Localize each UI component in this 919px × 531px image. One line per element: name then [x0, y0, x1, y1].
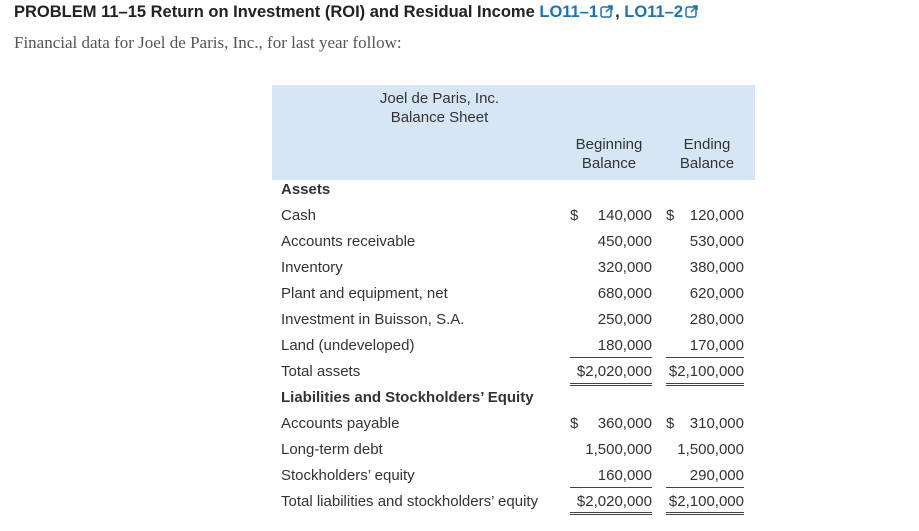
column-header-beginning: Beginning Balance [575, 136, 643, 172]
external-link-icon [600, 5, 613, 18]
value-beginning: 180,000 [597, 337, 652, 354]
value-beginning: 450,000 [597, 233, 652, 250]
value-ending: 120,000 [689, 207, 744, 224]
row-label: Stockholders’ equity [281, 467, 415, 484]
total-liabilities-ending: $2,100,000 [668, 493, 744, 510]
row-label: Accounts payable [281, 415, 400, 432]
company-name: Joel de Paris, Inc. [379, 90, 500, 107]
subtotal-underline [666, 357, 744, 358]
total-double-underline [666, 383, 744, 384]
section-header-liabilities: Liabilities and Stockholders’ Equity [281, 389, 534, 406]
value-beginning: 250,000 [597, 311, 652, 328]
section-header-assets: Assets [281, 181, 331, 198]
subtotal-underline [570, 487, 652, 488]
total-liabilities-label: Total liabilities and stockholders’ equi… [281, 493, 539, 510]
row-label: Cash [281, 207, 317, 224]
problem-intro: Financial data for Joel de Paris, Inc., … [14, 33, 402, 52]
row-label: Long-term debt [281, 441, 383, 458]
total-assets-beginning: $2,020,000 [576, 363, 652, 380]
total-double-underline [570, 512, 652, 513]
total-assets-label: Total assets [281, 363, 361, 380]
total-double-underline [570, 514, 652, 515]
value-ending: 1,500,000 [677, 441, 744, 458]
external-link-icon [685, 5, 698, 18]
value-ending: 310,000 [689, 415, 744, 432]
row-label: Investment in Buisson, S.A. [281, 311, 465, 328]
value-ending: 280,000 [689, 311, 744, 328]
row-label: Land (undeveloped) [281, 337, 415, 354]
subtotal-underline [666, 487, 744, 488]
statement-title: Balance Sheet [390, 109, 489, 126]
row-label: Plant and equipment, net [281, 285, 448, 302]
total-double-underline [666, 512, 744, 513]
total-double-underline [570, 383, 652, 384]
value-beginning: 1,500,000 [585, 441, 652, 458]
value-beginning: 680,000 [597, 285, 652, 302]
lo-separator: , [615, 3, 620, 21]
problem-title: PROBLEM 11–15 Return on Investment (ROI)… [14, 3, 535, 21]
row-label: Accounts receivable [281, 233, 416, 250]
row-label: Inventory [281, 259, 343, 276]
value-beginning: 140,000 [597, 207, 652, 224]
column-header-ending: Ending Balance [679, 136, 735, 172]
value-beginning: 360,000 [597, 415, 652, 432]
value-ending: 380,000 [689, 259, 744, 276]
total-liabilities-beginning: $2,020,000 [576, 493, 652, 510]
value-ending: 290,000 [689, 467, 744, 484]
learning-objective-link-1[interactable]: LO11–1 [539, 3, 615, 21]
value-beginning: 160,000 [597, 467, 652, 484]
total-assets-ending: $2,100,000 [668, 363, 744, 380]
total-double-underline [666, 514, 744, 515]
value-ending: 530,000 [689, 233, 744, 250]
learning-objective-link-2[interactable]: LO11–2 [624, 3, 700, 21]
problem-heading: PROBLEM 11–15 Return on Investment (ROI)… [14, 3, 700, 22]
balance-sheet: Joel de Paris, Inc. Balance Sheet Beginn… [272, 85, 755, 515]
subtotal-underline [570, 357, 652, 358]
value-ending: 170,000 [689, 337, 744, 354]
total-double-underline [666, 385, 744, 386]
total-double-underline [570, 385, 652, 386]
value-beginning: 320,000 [597, 259, 652, 276]
value-ending: 620,000 [689, 285, 744, 302]
